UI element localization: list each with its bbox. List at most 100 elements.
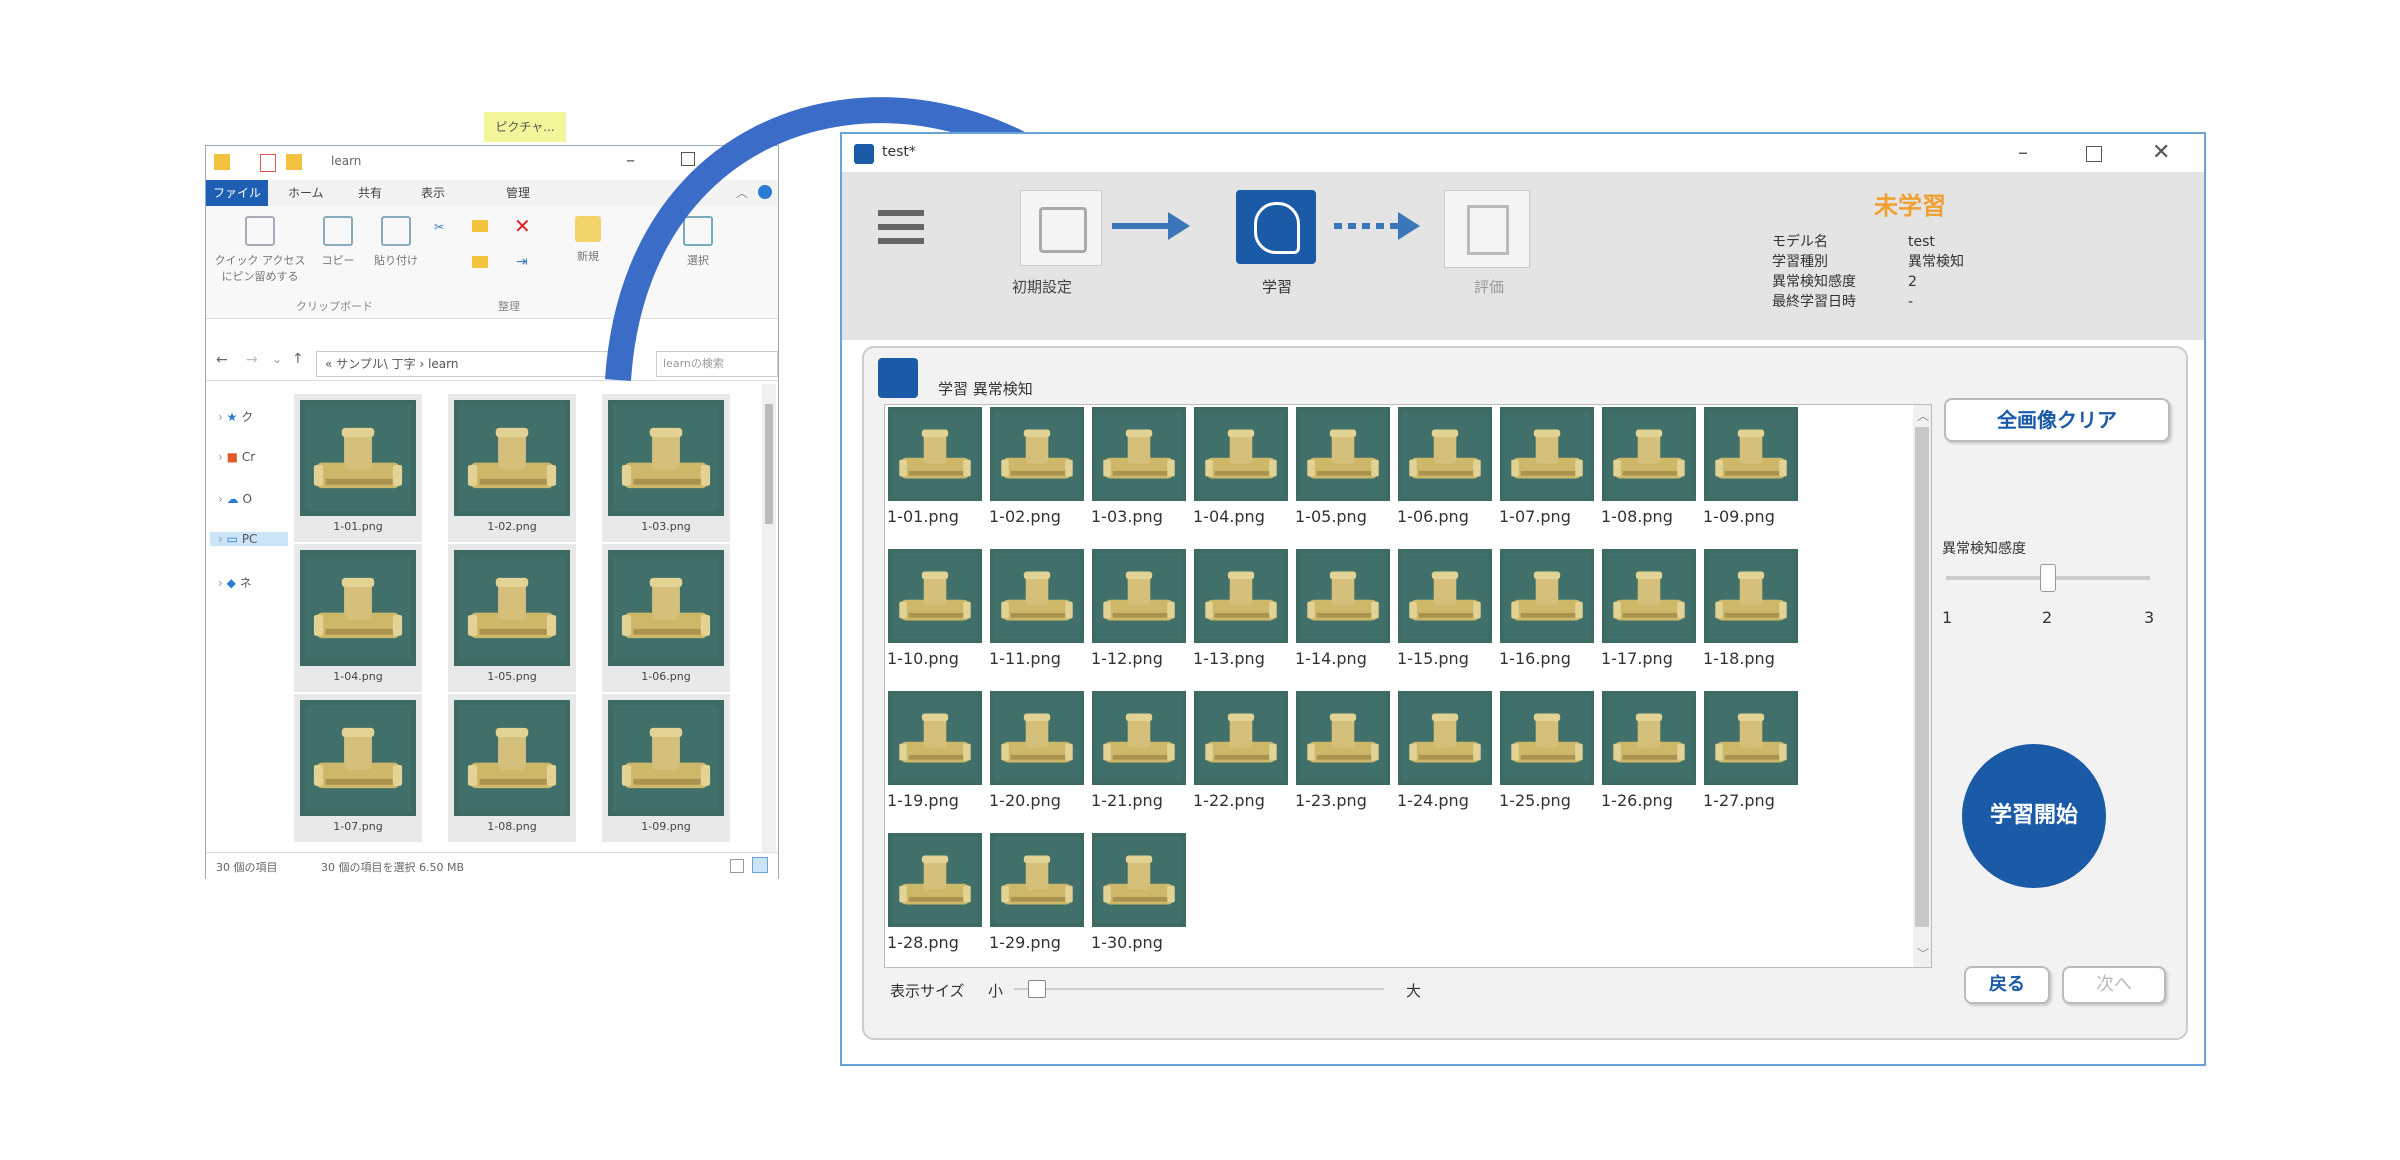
image-tile[interactable]: 1-18.png	[1703, 549, 1803, 679]
tab-file[interactable]: ファイル	[206, 180, 268, 206]
hamburger-menu-icon[interactable]	[878, 210, 924, 216]
image-tile[interactable]: 1-23.png	[1295, 691, 1395, 821]
folder-icon	[214, 154, 230, 170]
paste-label: 貼り付け	[374, 254, 418, 267]
file-tile[interactable]: 1-01.png	[294, 394, 422, 542]
recent-chevron-icon[interactable]: ⌄	[272, 352, 282, 366]
image-tile[interactable]: 1-16.png	[1499, 549, 1599, 679]
image-tile[interactable]: 1-12.png	[1091, 549, 1191, 679]
file-tile[interactable]: 1-05.png	[448, 544, 576, 692]
forward-arrow-icon[interactable]: →	[246, 352, 258, 368]
image-filename: 1-08.png	[1601, 507, 1673, 526]
display-size-thumb[interactable]	[1028, 980, 1046, 998]
explorer-scroll-thumb[interactable]	[765, 404, 773, 524]
file-tile[interactable]: 1-02.png	[448, 394, 576, 542]
copy-to-icon[interactable]	[472, 256, 488, 268]
clear-all-images-button[interactable]: 全画像クリア	[1944, 398, 2170, 442]
file-name: 1-07.png	[333, 820, 383, 833]
maximize-icon[interactable]	[2086, 146, 2102, 162]
image-tile[interactable]: 1-25.png	[1499, 691, 1599, 821]
close-icon[interactable]: ✕	[2152, 140, 2170, 165]
image-tile[interactable]: 1-19.png	[887, 691, 987, 821]
cut-icon[interactable]: ✂	[434, 220, 444, 234]
nav-label: ク	[241, 410, 254, 424]
file-tile[interactable]: 1-07.png	[294, 694, 422, 842]
step-learning-icon[interactable]	[1236, 190, 1316, 264]
file-tile[interactable]: 1-06.png	[602, 544, 730, 692]
image-tile[interactable]: 1-30.png	[1091, 833, 1191, 963]
image-list-scrollbar[interactable]: ︿ ﹀	[1913, 405, 1931, 967]
next-button[interactable]: 次へ	[2062, 966, 2166, 1004]
scroll-down-icon[interactable]: ﹀	[1917, 945, 1929, 962]
image-tile[interactable]: 1-09.png	[1703, 407, 1803, 537]
info-key: 学習種別	[1772, 254, 1828, 270]
image-tile[interactable]: 1-10.png	[887, 549, 987, 679]
image-tile[interactable]: 1-21.png	[1091, 691, 1191, 821]
image-tile[interactable]: 1-14.png	[1295, 549, 1395, 679]
image-tile[interactable]: 1-13.png	[1193, 549, 1293, 679]
image-tile[interactable]: 1-08.png	[1601, 407, 1701, 537]
new-folder-icon[interactable]	[286, 154, 302, 170]
back-button[interactable]: 戻る	[1964, 966, 2050, 1004]
image-tile[interactable]: 1-26.png	[1601, 691, 1701, 821]
image-tile[interactable]: 1-01.png	[887, 407, 987, 537]
image-list-scroll-thumb[interactable]	[1915, 427, 1929, 927]
image-tile[interactable]: 1-29.png	[989, 833, 1089, 963]
nav-item-pc[interactable]: › ▭ PC	[210, 532, 288, 546]
file-thumbnail	[608, 400, 724, 516]
file-tile[interactable]: 1-03.png	[602, 394, 730, 542]
file-tile[interactable]: 1-09.png	[602, 694, 730, 842]
image-tile[interactable]: 1-17.png	[1601, 549, 1701, 679]
sensitivity-slider[interactable]: 1 2 3	[1942, 564, 2162, 634]
image-thumbnail	[989, 549, 1085, 643]
back-arrow-icon[interactable]: ←	[216, 352, 228, 368]
move-to-icon[interactable]	[472, 220, 488, 232]
picture-tools-tab[interactable]: ピクチャ...	[484, 112, 566, 142]
explorer-scrollbar[interactable]	[762, 384, 776, 854]
tab-manage[interactable]: 管理	[506, 184, 530, 201]
display-size-slider[interactable]	[1014, 978, 1394, 1000]
app-title: test*	[882, 144, 916, 160]
image-tile[interactable]: 1-04.png	[1193, 407, 1293, 537]
details-view-icon[interactable]	[730, 859, 744, 873]
start-learning-button[interactable]: 学習開始	[1962, 744, 2106, 888]
tab-share[interactable]: 共有	[358, 184, 382, 201]
rename-icon[interactable]: ⇥	[516, 254, 528, 270]
file-tile[interactable]: 1-08.png	[448, 694, 576, 842]
image-tile[interactable]: 1-07.png	[1499, 407, 1599, 537]
pin-quick-access-button[interactable]: クイック アクセス にピン留めする	[210, 216, 310, 284]
copy-button[interactable]: コピー	[316, 216, 360, 268]
large-icons-view-icon[interactable]	[752, 857, 768, 873]
image-tile[interactable]: 1-28.png	[887, 833, 987, 963]
image-tile[interactable]: 1-22.png	[1193, 691, 1293, 821]
image-tile[interactable]: 1-05.png	[1295, 407, 1395, 537]
image-tile[interactable]: 1-24.png	[1397, 691, 1497, 821]
sensitivity-thumb[interactable]	[2040, 564, 2056, 592]
image-tile[interactable]: 1-15.png	[1397, 549, 1497, 679]
image-tile[interactable]: 1-20.png	[989, 691, 1089, 821]
nav-item-creative-cloud[interactable]: › ■ Cr	[218, 450, 255, 464]
image-tile[interactable]: 1-03.png	[1091, 407, 1191, 537]
image-list[interactable]: ︿ ﹀ 1-01.png 1-02.png 1-03.png 1-04.png 1-05…	[884, 404, 1932, 968]
tab-home[interactable]: ホーム	[288, 184, 324, 201]
delete-icon[interactable]: ✕	[514, 214, 531, 238]
image-tile[interactable]: 1-06.png	[1397, 407, 1497, 537]
address-field[interactable]: « サンプル\ 丁字 › learn	[316, 351, 626, 377]
scroll-up-icon[interactable]: ︿	[1917, 407, 1929, 424]
nav-item-quick-access[interactable]: › ★ ク	[218, 408, 253, 425]
image-tile[interactable]: 1-02.png	[989, 407, 1089, 537]
paste-button[interactable]: 貼り付け	[366, 216, 426, 268]
up-arrow-icon[interactable]: ↑	[292, 351, 304, 367]
image-tile[interactable]: 1-27.png	[1703, 691, 1803, 821]
nav-item-network[interactable]: › ◆ ネ	[218, 574, 252, 591]
file-tile[interactable]: 1-04.png	[294, 544, 422, 692]
minimize-icon[interactable]: –	[2018, 140, 2028, 164]
tab-view[interactable]: 表示	[421, 184, 445, 201]
onedrive-icon: ☁	[226, 492, 239, 506]
document-icon[interactable]	[260, 154, 276, 172]
image-thumbnail	[1091, 833, 1187, 927]
image-tile[interactable]: 1-11.png	[989, 549, 1089, 679]
nav-item-onedrive[interactable]: › ☁ O	[218, 492, 252, 506]
nav-label: PC	[241, 532, 258, 546]
step-setup-icon[interactable]	[1020, 190, 1102, 266]
